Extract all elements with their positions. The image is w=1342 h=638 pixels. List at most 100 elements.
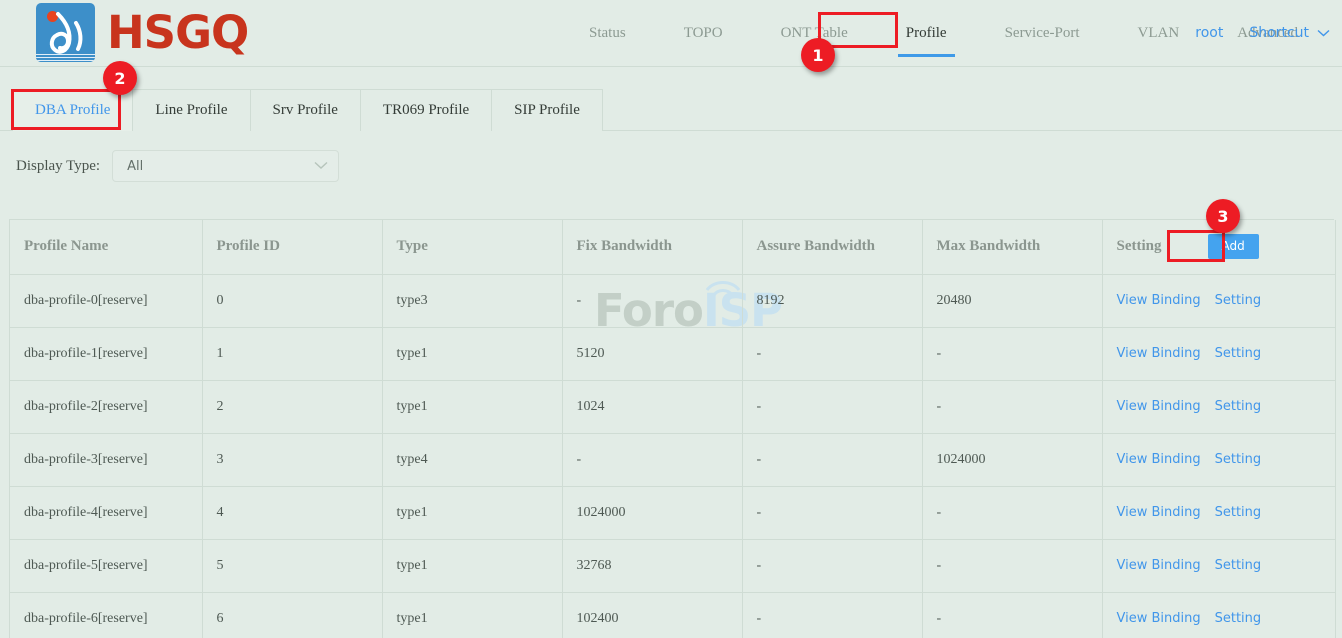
col-type: Type	[382, 220, 562, 274]
col-fix-bandwidth: Fix Bandwidth	[562, 220, 742, 274]
cell-assure-bandwidth: -	[742, 539, 922, 592]
cell-fix-bandwidth: 1024	[562, 380, 742, 433]
cell-profile-name: dba-profile-3[reserve]	[10, 433, 202, 486]
col-max-bandwidth: Max Bandwidth	[922, 220, 1102, 274]
table-row[interactable]: dba-profile-3[reserve] 3 type4 - - 10240…	[10, 433, 1335, 486]
setting-link[interactable]: Setting	[1215, 346, 1262, 361]
cell-assure-bandwidth: -	[742, 486, 922, 539]
cell-setting: View Binding Setting	[1102, 486, 1335, 539]
cell-max-bandwidth: -	[922, 380, 1102, 433]
cell-profile-name: dba-profile-4[reserve]	[10, 486, 202, 539]
setting-link[interactable]: Setting	[1215, 293, 1262, 308]
cell-assure-bandwidth: -	[742, 592, 922, 638]
nav-item-topo[interactable]: TOPO	[684, 0, 723, 66]
cell-setting: View Binding Setting	[1102, 433, 1335, 486]
cell-assure-bandwidth: -	[742, 380, 922, 433]
profile-subtabs: DBA Profile Line Profile Srv Profile TR0…	[0, 67, 1342, 131]
nav-item-service-port[interactable]: Service-Port	[1005, 0, 1080, 66]
chevron-down-icon	[1317, 29, 1330, 37]
cell-setting: View Binding Setting	[1102, 380, 1335, 433]
cell-profile-name: dba-profile-1[reserve]	[10, 327, 202, 380]
cell-setting: View Binding Setting	[1102, 592, 1335, 638]
setting-link[interactable]: Setting	[1215, 558, 1262, 573]
cell-max-bandwidth: -	[922, 486, 1102, 539]
cell-max-bandwidth: -	[922, 327, 1102, 380]
nav-item-ont-table[interactable]: ONT Table	[781, 0, 848, 66]
col-profile-name: Profile Name	[10, 220, 202, 274]
cell-fix-bandwidth: 1024000	[562, 486, 742, 539]
view-binding-link[interactable]: View Binding	[1117, 452, 1201, 467]
logo-stripes	[36, 54, 95, 62]
table-row[interactable]: dba-profile-2[reserve] 2 type1 1024 - - …	[10, 380, 1335, 433]
setting-link[interactable]: Setting	[1215, 399, 1262, 414]
table-row[interactable]: dba-profile-6[reserve] 6 type1 102400 - …	[10, 592, 1335, 638]
add-button[interactable]: Add	[1208, 234, 1259, 259]
table-row[interactable]: dba-profile-0[reserve] 0 type3 - 8192 20…	[10, 274, 1335, 327]
nav-item-status[interactable]: Status	[589, 0, 626, 66]
shortcut-menu[interactable]: Shortcut	[1249, 25, 1330, 41]
nav-item-vlan[interactable]: VLAN	[1138, 0, 1180, 66]
view-binding-link[interactable]: View Binding	[1117, 346, 1201, 361]
cell-profile-id: 4	[202, 486, 382, 539]
cell-setting: View Binding Setting	[1102, 327, 1335, 380]
col-setting-label: Setting	[1117, 238, 1162, 255]
table-header-row: Profile Name Profile ID Type Fix Bandwid…	[10, 220, 1335, 274]
view-binding-link[interactable]: View Binding	[1117, 505, 1201, 520]
cell-profile-id: 6	[202, 592, 382, 638]
view-binding-link[interactable]: View Binding	[1117, 611, 1201, 626]
setting-link[interactable]: Setting	[1215, 611, 1262, 626]
view-binding-link[interactable]: View Binding	[1117, 293, 1201, 308]
display-type-value: All	[127, 159, 143, 174]
cell-profile-name: dba-profile-6[reserve]	[10, 592, 202, 638]
cell-type: type1	[382, 380, 562, 433]
cell-type: type1	[382, 592, 562, 638]
cell-profile-name: dba-profile-2[reserve]	[10, 380, 202, 433]
cell-max-bandwidth: 20480	[922, 274, 1102, 327]
cell-type: type1	[382, 327, 562, 380]
cell-profile-name: dba-profile-5[reserve]	[10, 539, 202, 592]
tab-tr069-profile[interactable]: TR069 Profile	[361, 90, 492, 131]
col-profile-id: Profile ID	[202, 220, 382, 274]
cell-setting: View Binding Setting	[1102, 539, 1335, 592]
cell-fix-bandwidth: -	[562, 274, 742, 327]
tab-line-profile[interactable]: Line Profile	[133, 90, 250, 131]
table-body: dba-profile-0[reserve] 0 type3 - 8192 20…	[10, 274, 1335, 638]
col-assure-bandwidth: Assure Bandwidth	[742, 220, 922, 274]
display-type-label: Display Type:	[16, 158, 100, 175]
filter-bar: Display Type: All	[0, 150, 1342, 182]
header-actions: root Shortcut	[1195, 0, 1330, 66]
setting-link[interactable]: Setting	[1215, 452, 1262, 467]
cell-type: type4	[382, 433, 562, 486]
cell-profile-name: dba-profile-0[reserve]	[10, 274, 202, 327]
cell-assure-bandwidth: 8192	[742, 274, 922, 327]
brand-name: HSGQ	[107, 10, 248, 55]
table-row[interactable]: dba-profile-4[reserve] 4 type1 1024000 -…	[10, 486, 1335, 539]
brand-logo[interactable]: HSGQ	[36, 3, 248, 62]
cell-fix-bandwidth: 102400	[562, 592, 742, 638]
nav-item-profile[interactable]: Profile	[906, 0, 947, 66]
tabstrip: DBA Profile Line Profile Srv Profile TR0…	[12, 89, 603, 131]
table-row[interactable]: dba-profile-5[reserve] 5 type1 32768 - -…	[10, 539, 1335, 592]
view-binding-link[interactable]: View Binding	[1117, 399, 1201, 414]
cell-type: type3	[382, 274, 562, 327]
cell-fix-bandwidth: 32768	[562, 539, 742, 592]
cell-assure-bandwidth: -	[742, 433, 922, 486]
app-header: HSGQ Status TOPO ONT Table Profile Servi…	[0, 0, 1342, 67]
view-binding-link[interactable]: View Binding	[1117, 558, 1201, 573]
cell-setting: View Binding Setting	[1102, 274, 1335, 327]
user-menu-root[interactable]: root	[1195, 25, 1223, 41]
hsgq-logo-icon	[36, 3, 95, 62]
cell-profile-id: 2	[202, 380, 382, 433]
chevron-down-icon	[314, 157, 328, 175]
cell-profile-id: 1	[202, 327, 382, 380]
display-type-select[interactable]: All	[112, 150, 339, 182]
cell-profile-id: 5	[202, 539, 382, 592]
table-row[interactable]: dba-profile-1[reserve] 1 type1 5120 - - …	[10, 327, 1335, 380]
tab-srv-profile[interactable]: Srv Profile	[251, 90, 361, 131]
setting-link[interactable]: Setting	[1215, 505, 1262, 520]
tab-sip-profile[interactable]: SIP Profile	[492, 90, 602, 131]
cell-max-bandwidth: 1024000	[922, 433, 1102, 486]
tab-dba-profile[interactable]: DBA Profile	[13, 90, 133, 131]
cell-type: type1	[382, 486, 562, 539]
cell-assure-bandwidth: -	[742, 327, 922, 380]
